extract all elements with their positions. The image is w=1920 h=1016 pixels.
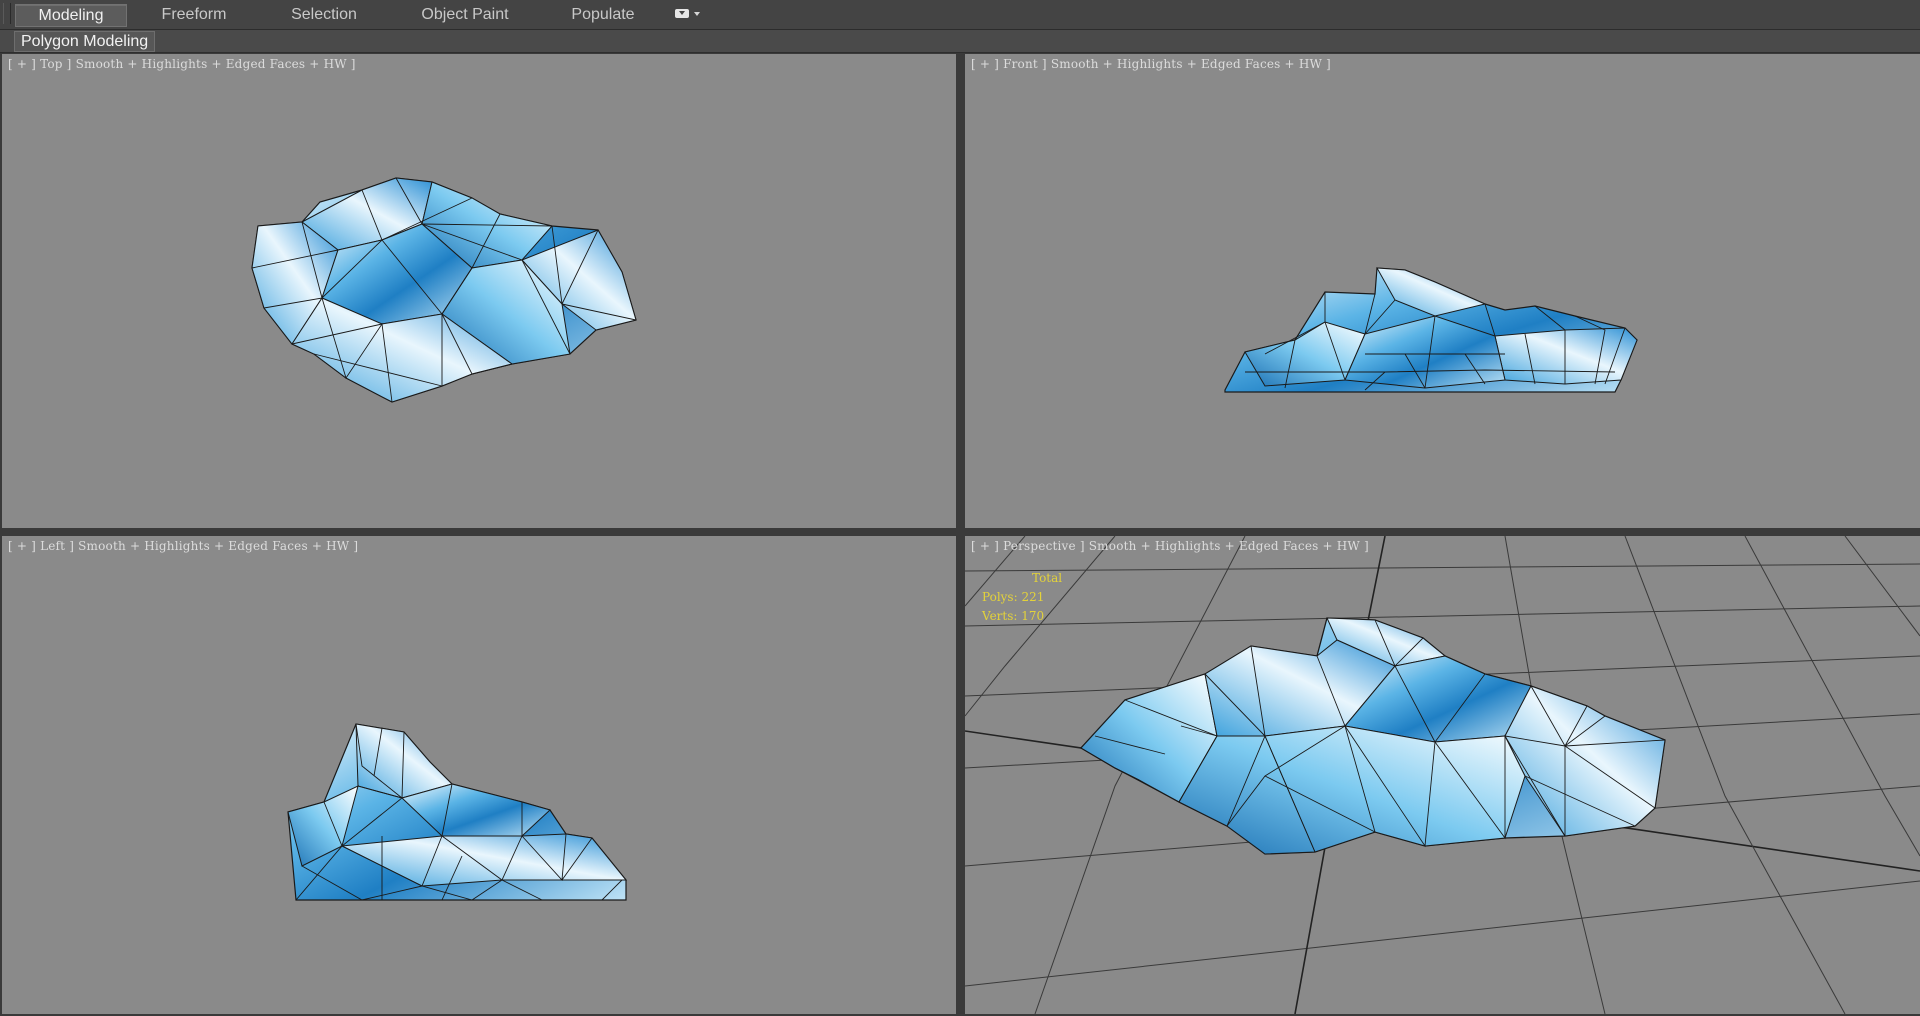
viewport-label-perspective[interactable]: [ + ] Perspective ] Smooth + Highlights … bbox=[971, 539, 1369, 553]
ice-mesh-top bbox=[251, 177, 637, 403]
stats-header: Total bbox=[1032, 571, 1063, 585]
ribbon-panel-bar: Polygon Modeling bbox=[0, 30, 1920, 53]
dropdown-toggle-icon bbox=[675, 9, 689, 18]
viewport-top[interactable]: [ + ] Top ] Smooth + Highlights + Edged … bbox=[2, 54, 956, 528]
tab-freeform[interactable]: Freeform bbox=[143, 4, 245, 25]
viewport-perspective[interactable]: [ + ] Perspective ] Smooth + Highlights … bbox=[965, 536, 1920, 1014]
tab-selection[interactable]: Selection bbox=[275, 4, 373, 25]
tab-populate[interactable]: Populate bbox=[555, 4, 651, 25]
poly-count-stats: Total Polys: 221 Verts: 170 bbox=[982, 569, 1062, 626]
ice-mesh-left bbox=[287, 723, 628, 901]
tab-modeling[interactable]: Modeling bbox=[15, 4, 127, 27]
viewport-left[interactable]: [ + ] Left ] Smooth + Highlights + Edged… bbox=[2, 536, 956, 1014]
polygon-modeling-panel-button[interactable]: Polygon Modeling bbox=[14, 31, 156, 52]
stats-polys: Polys: 221 bbox=[982, 590, 1045, 604]
stats-verts: Verts: 170 bbox=[982, 609, 1045, 623]
ribbon-options-dropdown[interactable] bbox=[673, 7, 707, 23]
chevron-down-icon bbox=[694, 12, 700, 16]
perspective-grid bbox=[965, 536, 1920, 1014]
tab-object-paint[interactable]: Object Paint bbox=[405, 4, 525, 25]
ice-mesh-perspective bbox=[1079, 617, 1666, 855]
ribbon-tab-bar: Modeling Freeform Selection Object Paint… bbox=[0, 0, 1920, 30]
viewport-front[interactable]: [ + ] Front ] Smooth + Highlights + Edge… bbox=[965, 54, 1920, 528]
ribbon-grip[interactable] bbox=[3, 3, 11, 24]
ice-mesh-front bbox=[1224, 267, 1638, 393]
